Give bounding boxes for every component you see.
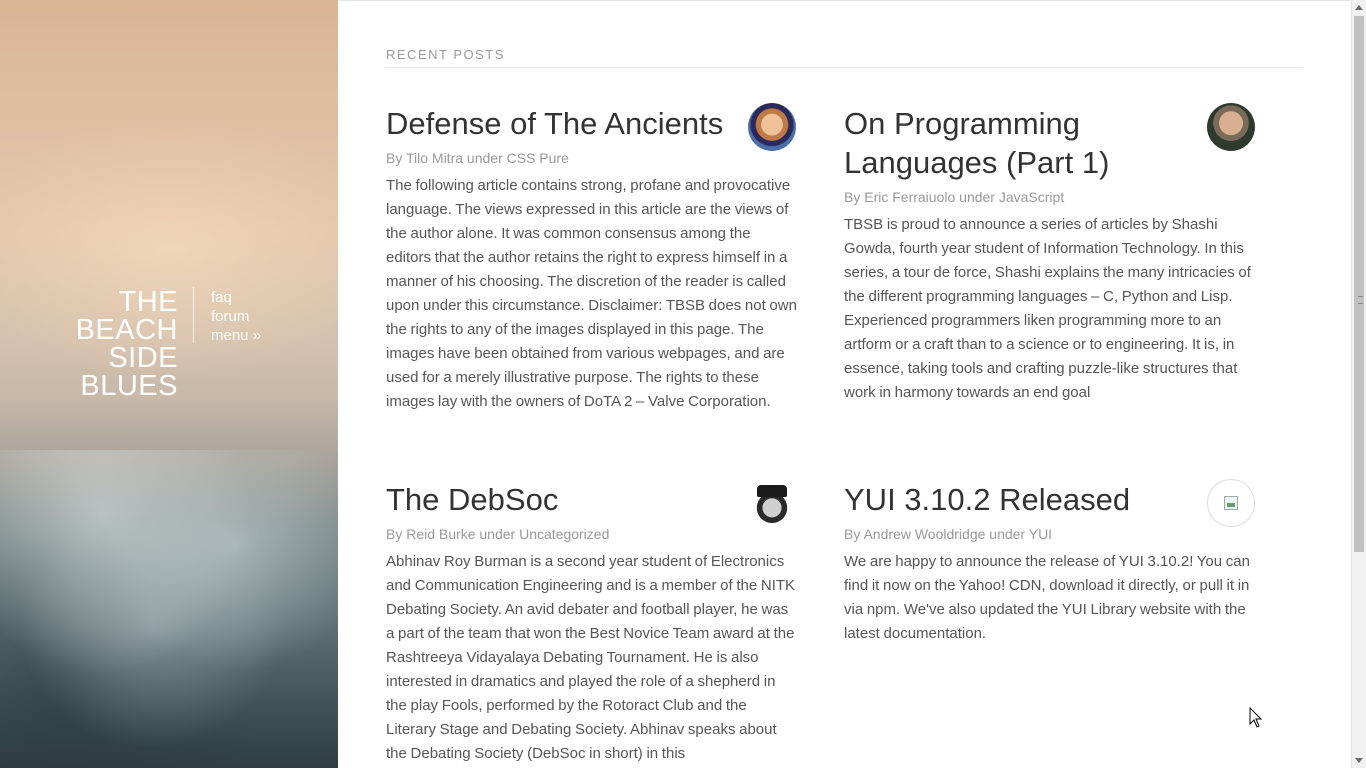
post-category-link[interactable]: JavaScript [999,189,1064,205]
scroll-down-arrow-icon[interactable] [1355,758,1363,763]
post-meta-by: By [844,189,861,205]
post-meta-under: under [466,150,503,166]
post-author-link[interactable]: Eric Ferraiuolo [864,189,955,205]
brand-line: THE [118,286,178,318]
author-avatar [1207,103,1255,151]
sidebar-wave-image [0,450,338,768]
site-brand[interactable]: THE BEACH SIDE BLUES [40,286,178,402]
author-avatar [748,103,796,151]
post-meta-by: By [844,526,861,542]
post-author-link[interactable]: Andrew Wooldridge [863,526,985,542]
top-border [338,0,1351,1]
section-title: RECENT POSTS [386,47,505,62]
post-meta: By Reid Burke under Uncategorized [386,525,798,543]
scroll-grip-icon [1358,296,1363,304]
post-meta-by: By [386,150,403,166]
sidebar: THE BEACH SIDE BLUES faq forum menu » [0,0,338,768]
section-divider [386,67,1303,68]
post-excerpt: The following article contains strong, p… [386,177,797,410]
post-card: Defense of The Ancients By Tilo Mitra un… [386,104,798,414]
scroll-thumb[interactable] [1354,16,1364,552]
brand-divider [193,287,194,343]
post-card: The DebSoc By Reid Burke under Uncategor… [386,480,798,766]
post-category-link[interactable]: CSS Pure [507,150,569,166]
nav-link-forum[interactable]: forum [211,307,261,326]
post-meta: By Eric Ferraiuolo under JavaScript [844,188,1256,206]
vertical-scrollbar[interactable] [1351,0,1366,768]
author-avatar [748,479,796,527]
brand-line: SIDE [108,342,178,374]
post-meta-under: under [479,526,516,542]
post-meta-by: By [386,526,403,542]
post-author-link[interactable]: Tilo Mitra [406,150,463,166]
nav-link-faq[interactable]: faq [211,288,261,307]
post-title[interactable]: The DebSoc [386,480,736,519]
post-category-link[interactable]: YUI [1029,526,1052,542]
sidebar-nav: faq forum menu » [211,288,261,345]
scroll-up-arrow-icon[interactable] [1355,5,1363,10]
post-meta: By Andrew Wooldridge under YUI [844,525,1256,543]
post-meta-under: under [989,526,1026,542]
post-meta: By Tilo Mitra under CSS Pure [386,149,798,167]
post-title[interactable]: YUI 3.10.2 Released [844,480,1224,519]
mouse-cursor-icon [1249,707,1263,728]
post-author-link[interactable]: Reid Burke [406,526,475,542]
author-avatar [1207,479,1255,527]
post-excerpt: TBSB is proud to announce a series of ar… [844,216,1251,401]
post-card: YUI 3.10.2 Released By Andrew Wooldridge… [844,480,1256,646]
brand-line: BLUES [80,370,178,402]
brand-line: BEACH [75,314,178,346]
post-meta-under: under [959,189,995,205]
post-excerpt: We are happy to announce the release of … [844,553,1250,642]
post-category-link[interactable]: Uncategorized [519,526,609,542]
post-card: On Programming Languages (Part 1) By Eri… [844,104,1256,405]
post-excerpt: Abhinav Roy Burman is a second year stud… [386,553,796,762]
post-title[interactable]: Defense of The Ancients [386,104,736,143]
broken-image-icon [1224,496,1238,510]
main-content: RECENT POSTS Defense of The Ancients By … [338,0,1351,768]
post-title[interactable]: On Programming Languages (Part 1) [844,104,1194,182]
nav-link-menu[interactable]: menu » [211,326,261,345]
